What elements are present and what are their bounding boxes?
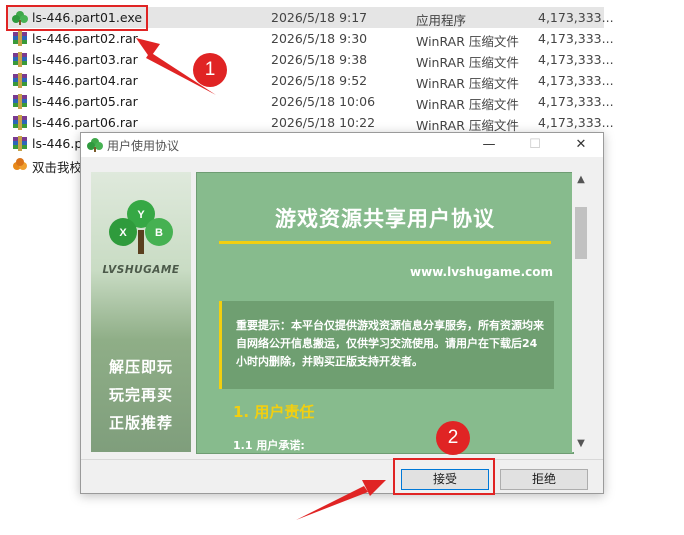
arrow-2-icon [296,480,386,520]
annotation-arrows [136,38,386,520]
step-badge-2: 2 [436,421,470,455]
step-badge-1: 1 [193,53,227,87]
